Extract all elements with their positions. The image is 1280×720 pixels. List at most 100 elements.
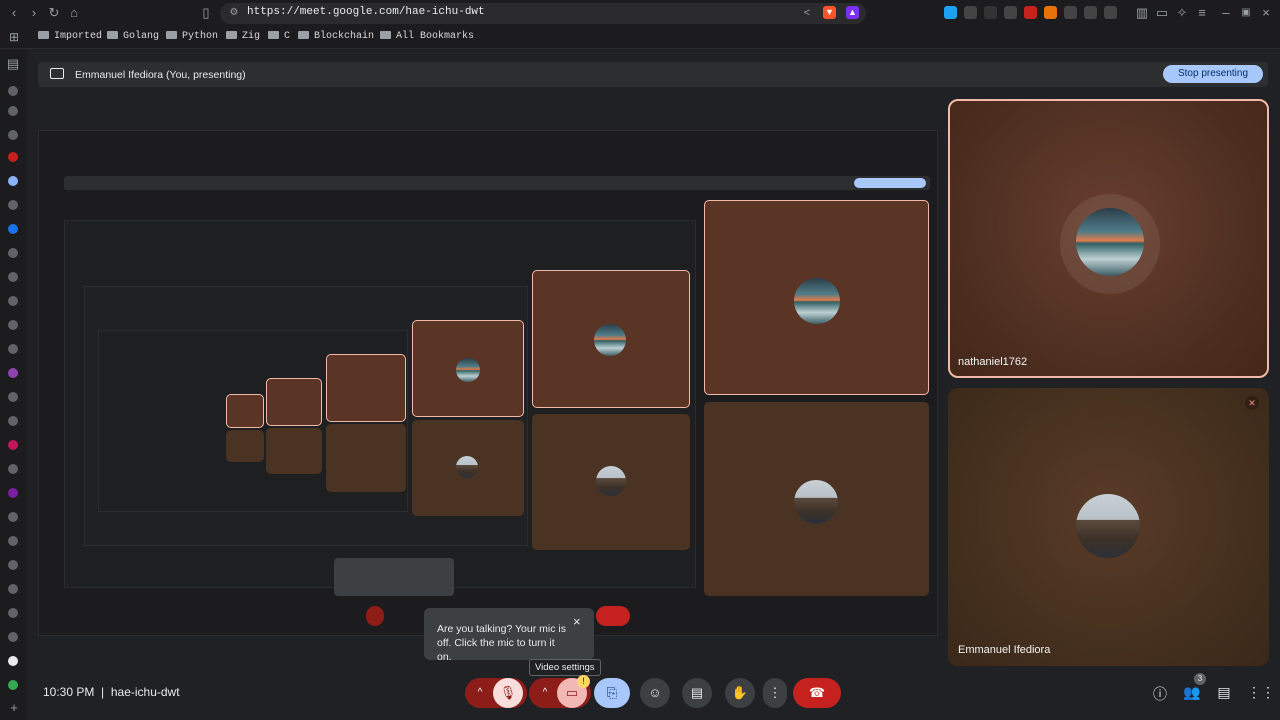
- sidebar-app-icon[interactable]: [8, 272, 18, 282]
- url-text[interactable]: https://meet.google.com/hae-ichu-dwt: [247, 6, 485, 18]
- bookmark-folder[interactable]: Zig: [226, 31, 260, 42]
- brave-rewards-icon[interactable]: ▲: [846, 6, 859, 19]
- sidebar-app-icon[interactable]: [8, 560, 18, 570]
- extension-icon[interactable]: [964, 6, 977, 19]
- add-icon[interactable]: +: [6, 700, 22, 716]
- close-icon[interactable]: ×: [1258, 5, 1274, 21]
- sidebar-app-icon[interactable]: [8, 200, 18, 210]
- bookmark-label: Imported: [54, 31, 103, 42]
- bookmark-folder[interactable]: Blockchain: [298, 31, 374, 42]
- site-info-icon[interactable]: ⚙: [226, 5, 242, 21]
- bookmark-folder[interactable]: Golang: [107, 31, 159, 42]
- apps-grid-icon[interactable]: ⊞: [6, 29, 22, 45]
- meeting-code: hae-ichu-dwt: [110, 685, 180, 699]
- sidebar-app-icon[interactable]: [8, 488, 18, 498]
- folder-icon: [268, 31, 279, 39]
- bookmark-folder[interactable]: All Bookmarks: [380, 31, 474, 42]
- shared-banner: [64, 176, 930, 190]
- sidebar-app-icon[interactable]: [8, 536, 18, 546]
- activities-grid-icon[interactable]: ⋮⋮: [1247, 684, 1275, 701]
- sidebar-panel-icon[interactable]: ▤: [5, 56, 21, 72]
- close-icon[interactable]: ×: [573, 614, 581, 629]
- bookmarks-bar: ⊞ Imported Golang Python Zig C Blockchai…: [0, 27, 1280, 49]
- info-icon[interactable]: ⓘ: [1151, 684, 1169, 704]
- more-options-button[interactable]: ⋮: [763, 678, 787, 708]
- bookmark-label: Golang: [123, 31, 160, 42]
- extension-icon[interactable]: [944, 6, 957, 19]
- shared-stop-button: [854, 178, 926, 188]
- extension-icon[interactable]: [984, 6, 997, 19]
- participant-avatar: [1076, 208, 1144, 276]
- sidebar-app-icon[interactable]: [8, 368, 18, 378]
- sidebar-app-icon[interactable]: [8, 392, 18, 402]
- sidebar-app-icon[interactable]: [8, 86, 18, 96]
- raise-hand-button[interactable]: ✋: [725, 678, 755, 708]
- sidebar-app-icon[interactable]: [8, 224, 18, 234]
- video-options-chevron-icon[interactable]: ^: [537, 678, 553, 708]
- sidebar-app-icon[interactable]: [8, 464, 18, 474]
- home-icon[interactable]: ⌂: [66, 5, 82, 21]
- brave-shield-icon[interactable]: ▼: [823, 6, 836, 19]
- sidebar-app-icon[interactable]: [8, 176, 18, 186]
- participant-tile-active[interactable]: nathaniel1762: [948, 99, 1269, 378]
- stop-presenting-button[interactable]: Stop presenting: [1163, 65, 1263, 83]
- bookmark-folder[interactable]: Python: [166, 31, 218, 42]
- arrow-left-icon[interactable]: ‹: [6, 5, 22, 21]
- present-button[interactable]: ⎘: [594, 678, 630, 708]
- shared-tile: [226, 430, 264, 462]
- audio-options-chevron-icon[interactable]: ^: [472, 678, 488, 708]
- sidebar-app-icon[interactable]: [8, 130, 18, 140]
- hand-icon: ✋: [731, 685, 749, 700]
- people-icon[interactable]: 👥: [1183, 684, 1201, 701]
- presenting-label: Emmanuel Ifediora (You, presenting): [75, 69, 246, 81]
- sidebar-app-icon[interactable]: [8, 608, 18, 618]
- participant-count-badge: 3: [1194, 673, 1206, 685]
- sidebar-app-icon[interactable]: [8, 248, 18, 258]
- github-icon[interactable]: [8, 656, 18, 666]
- sidebar-app-icon[interactable]: [8, 512, 18, 522]
- meeting-info: 10:30 PM | hae-ichu-dwt: [43, 685, 180, 699]
- bookmark-folder[interactable]: C: [268, 31, 290, 42]
- folder-icon: [226, 31, 237, 39]
- sidebar-app-icon[interactable]: [8, 152, 18, 162]
- extension-icon[interactable]: [1044, 6, 1057, 19]
- extension-icon[interactable]: [1004, 6, 1017, 19]
- sidebar-app-icon[interactable]: [8, 106, 18, 116]
- leo-icon[interactable]: ✧: [1174, 5, 1190, 21]
- chat-icon[interactable]: ▤: [1215, 684, 1233, 701]
- bookmark-icon[interactable]: ▯: [198, 5, 214, 21]
- shared-tooltip: [334, 558, 454, 596]
- minimize-icon[interactable]: –: [1218, 5, 1234, 21]
- sidebar-app-icon[interactable]: [8, 320, 18, 330]
- participant-name: Emmanuel Ifediora: [958, 644, 1051, 656]
- shared-tile: [326, 424, 406, 492]
- sidebar-app-icon[interactable]: [8, 632, 18, 642]
- bookmark-folder[interactable]: Imported: [38, 31, 102, 42]
- sidebar-app-icon[interactable]: [8, 416, 18, 426]
- ublock-icon[interactable]: [1024, 6, 1037, 19]
- captions-button[interactable]: ▤: [682, 678, 712, 708]
- sidebar-app-icon[interactable]: [8, 680, 18, 690]
- wallet-icon[interactable]: ▭: [1154, 5, 1170, 21]
- participant-name: nathaniel1762: [958, 356, 1028, 368]
- sidebar-toggle-icon[interactable]: ▥: [1134, 5, 1150, 21]
- participant-tile[interactable]: ✕ Emmanuel Ifediora: [948, 388, 1269, 666]
- folder-icon: [380, 31, 391, 39]
- end-call-button[interactable]: ☎: [793, 678, 841, 708]
- mic-toggle-button[interactable]: 🎙: [493, 678, 523, 708]
- sidebar-app-icon[interactable]: [8, 344, 18, 354]
- sidebar-app-icon[interactable]: [8, 296, 18, 306]
- puzzle-icon[interactable]: [1084, 6, 1097, 19]
- menu-icon[interactable]: ≡: [1194, 5, 1210, 21]
- emoji-button[interactable]: ☺: [640, 678, 670, 708]
- arrow-right-icon[interactable]: ›: [26, 5, 42, 21]
- extension-icon[interactable]: [1064, 6, 1077, 19]
- maximize-icon[interactable]: ▣: [1238, 5, 1254, 21]
- sidebar-app-icon[interactable]: [8, 440, 18, 450]
- sidebar-app-icon[interactable]: [8, 584, 18, 594]
- share-icon[interactable]: <: [799, 5, 815, 21]
- reload-icon[interactable]: ↻: [46, 5, 62, 21]
- clock-time: 10:30 PM: [43, 685, 95, 699]
- shared-avatar: [596, 466, 626, 496]
- extension-icon[interactable]: [1104, 6, 1117, 19]
